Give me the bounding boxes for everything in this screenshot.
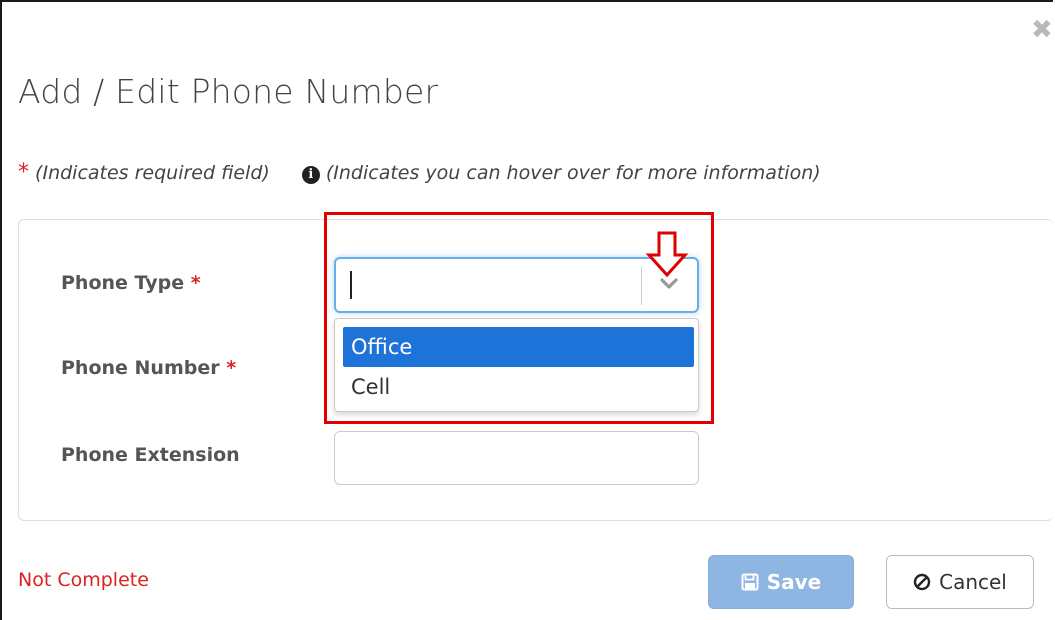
cancel-label: Cancel — [939, 570, 1007, 594]
save-button[interactable]: Save — [708, 555, 854, 609]
phone-number-label: Phone Number * — [61, 357, 236, 379]
save-label: Save — [766, 570, 822, 594]
down-arrow-annotation-icon — [645, 231, 689, 278]
info-icon: i — [301, 166, 320, 184]
info-legend-text: (Indicates you can hover over for more i… — [325, 162, 821, 184]
phone-type-label-text: Phone Type — [61, 272, 185, 294]
dialog-title: Add / Edit Phone Number — [18, 72, 439, 111]
floppy-disk-icon-svg — [741, 573, 759, 591]
floppy-disk-icon — [741, 556, 759, 608]
phone-type-label: Phone Type * — [61, 272, 201, 294]
required-marker: * — [190, 272, 201, 294]
close-icon[interactable]: ✖ — [1031, 17, 1055, 43]
phone-extension-input[interactable] — [334, 431, 699, 485]
ban-icon-svg — [913, 573, 931, 591]
cancel-button[interactable]: Cancel — [886, 555, 1034, 609]
completion-status: Not Complete — [18, 569, 149, 591]
phone-extension-label: Phone Extension — [61, 444, 240, 466]
field-legend: * (Indicates required field) i (Indicates… — [18, 160, 821, 185]
required-marker: * — [226, 357, 237, 379]
required-legend-text: (Indicates required field) — [35, 162, 270, 184]
phone-number-label-text: Phone Number — [61, 357, 220, 379]
required-star: * — [18, 160, 29, 185]
ban-icon — [913, 556, 931, 608]
